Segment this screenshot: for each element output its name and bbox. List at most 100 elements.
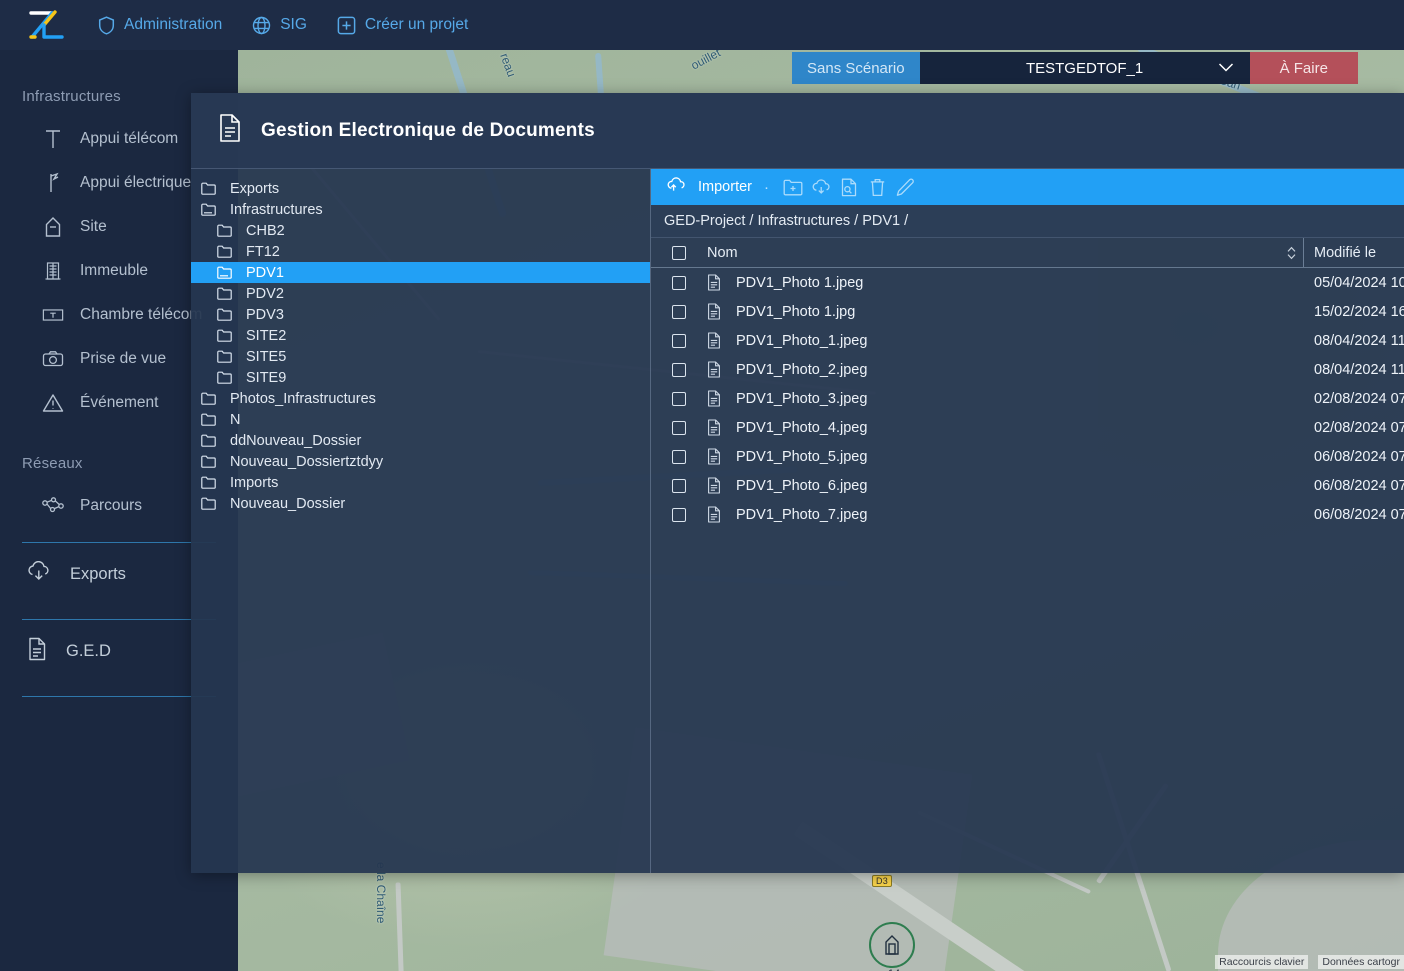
folder-icon <box>217 329 235 342</box>
file-modified: 06/08/2024 07 <box>1304 449 1404 465</box>
scenario-status-badge[interactable]: À Faire <box>1250 52 1358 84</box>
scenario-select[interactable]: TESTGEDTOF_1 <box>920 52 1250 84</box>
table-row[interactable]: PDV1_Photo_4.jpeg 02/08/2024 07 <box>651 413 1404 442</box>
table-row[interactable]: PDV1_Photo_7.jpeg 06/08/2024 07 <box>651 500 1404 529</box>
file-icon <box>707 303 723 320</box>
tree-item-label: SITE5 <box>246 349 286 365</box>
file-name: PDV1_Photo 1.jpeg <box>736 275 863 291</box>
folder-icon <box>201 413 219 426</box>
sidebar-item-label: Appui télécom <box>80 130 178 148</box>
tree-item-label: Infrastructures <box>230 202 323 218</box>
map-attrib-shortcuts[interactable]: Raccourcis clavier <box>1215 955 1308 969</box>
globe-icon <box>252 16 271 35</box>
new-folder-icon[interactable] <box>779 173 807 201</box>
tree-item-ddnouveau-dossier[interactable]: ddNouveau_Dossier <box>191 430 650 451</box>
telecom-pole-icon <box>42 128 64 150</box>
nav-administration[interactable]: Administration <box>98 16 222 35</box>
site-marker-icon[interactable]: 14 <box>869 922 915 968</box>
row-checkbox[interactable] <box>672 305 686 319</box>
tree-item-label: CHB2 <box>246 223 285 239</box>
pencil-icon[interactable] <box>891 173 919 201</box>
tree-item-chb2[interactable]: CHB2 <box>191 220 650 241</box>
row-checkbox[interactable] <box>672 334 686 348</box>
file-name-cell: PDV1_Photo_3.jpeg <box>707 390 1279 407</box>
import-button[interactable]: Importer <box>666 177 752 198</box>
tree-item-imports[interactable]: Imports <box>191 472 650 493</box>
file-name: PDV1_Photo_6.jpeg <box>736 478 867 494</box>
tree-item-site9[interactable]: SITE9 <box>191 367 650 388</box>
tree-item-nouveau-dossier[interactable]: Nouveau_Dossier <box>191 493 650 514</box>
app-logo[interactable] <box>22 8 72 42</box>
file-search-icon[interactable] <box>835 173 863 201</box>
file-modified: 02/08/2024 07 <box>1304 391 1404 407</box>
breadcrumb[interactable]: GED-Project / Infrastructures / PDV1 / <box>651 205 1404 238</box>
folder-open-icon <box>217 266 235 279</box>
tree-item-infrastructures[interactable]: Infrastructures <box>191 199 650 220</box>
folder-icon <box>201 392 219 405</box>
table-row[interactable]: PDV1_Photo_6.jpeg 06/08/2024 07 <box>651 471 1404 500</box>
folder-icon <box>201 455 219 468</box>
folder-icon <box>217 371 235 384</box>
select-all-cell <box>651 246 707 260</box>
table-row[interactable]: PDV1_Photo_3.jpeg 02/08/2024 07 <box>651 384 1404 413</box>
row-checkbox[interactable] <box>672 508 686 522</box>
folder-open-icon <box>201 203 219 216</box>
table-row[interactable]: PDV1_Photo 1.jpg 15/02/2024 16:0 <box>651 297 1404 326</box>
select-all-checkbox[interactable] <box>672 246 686 260</box>
sort-chevron-icon[interactable] <box>1279 245 1303 261</box>
row-select-cell <box>651 363 707 377</box>
table-row[interactable]: PDV1_Photo_5.jpeg 06/08/2024 07 <box>651 442 1404 471</box>
row-checkbox[interactable] <box>672 421 686 435</box>
electric-pole-icon <box>42 172 64 194</box>
file-toolbar: Importer · <box>651 169 1404 205</box>
row-checkbox[interactable] <box>672 479 686 493</box>
tree-item-pdv2[interactable]: PDV2 <box>191 283 650 304</box>
file-modified: 06/08/2024 07 <box>1304 478 1404 494</box>
document-icon <box>217 113 243 148</box>
file-table-header: Nom Modifié le <box>651 238 1404 268</box>
ged-header: Gestion Electronique de Documents <box>191 93 1404 169</box>
row-select-cell <box>651 334 707 348</box>
tree-item-pdv1[interactable]: PDV1 <box>191 262 650 283</box>
tree-item-photos-infrastructures[interactable]: Photos_Infrastructures <box>191 388 650 409</box>
table-row[interactable]: PDV1_Photo_1.jpeg 08/04/2024 11: <box>651 326 1404 355</box>
row-select-cell <box>651 392 707 406</box>
file-list: PDV1_Photo 1.jpeg 05/04/2024 10 <box>651 268 1404 529</box>
column-header-modified[interactable]: Modifié le <box>1304 245 1404 261</box>
sidebar-item-label: Événement <box>80 394 158 412</box>
file-name-cell: PDV1_Photo_6.jpeg <box>707 477 1279 494</box>
site-marker-icon <box>42 216 64 238</box>
tree-item-ft12[interactable]: FT12 <box>191 241 650 262</box>
file-icon <box>707 390 723 407</box>
row-checkbox[interactable] <box>672 392 686 406</box>
trash-icon[interactable] <box>863 173 891 201</box>
tree-item-exports[interactable]: Exports <box>191 178 650 199</box>
tree-item-n[interactable]: N <box>191 409 650 430</box>
top-navigation: Administration SIG <box>98 16 468 35</box>
nav-sig[interactable]: SIG <box>252 16 307 35</box>
file-modified: 08/04/2024 11: <box>1304 362 1404 378</box>
file-name: PDV1_Photo_4.jpeg <box>736 420 867 436</box>
scenario-chip[interactable]: Sans Scénario <box>792 52 920 84</box>
row-checkbox[interactable] <box>672 276 686 290</box>
row-checkbox[interactable] <box>672 450 686 464</box>
cloud-download-icon[interactable] <box>807 173 835 201</box>
tree-item-pdv3[interactable]: PDV3 <box>191 304 650 325</box>
ged-body: Exports Infrastructures <box>191 169 1404 873</box>
tree-item-site5[interactable]: SITE5 <box>191 346 650 367</box>
tree-item-site2[interactable]: SITE2 <box>191 325 650 346</box>
tree-item-nouveau-dossiertztdyy[interactable]: Nouveau_Dossiertztdyy <box>191 451 650 472</box>
ged-title: Gestion Electronique de Documents <box>261 120 595 142</box>
file-list-empty-space <box>651 529 1404 873</box>
column-header-name[interactable]: Nom <box>707 245 1279 261</box>
folder-icon <box>217 245 235 258</box>
folder-tree[interactable]: Exports Infrastructures <box>191 169 651 873</box>
nav-create-project[interactable]: Créer un projet <box>337 16 468 35</box>
file-icon <box>707 477 723 494</box>
nav-create-project-label: Créer un projet <box>365 16 468 34</box>
document-icon <box>26 637 48 666</box>
table-row[interactable]: PDV1_Photo 1.jpeg 05/04/2024 10 <box>651 268 1404 297</box>
row-select-cell <box>651 508 707 522</box>
row-checkbox[interactable] <box>672 363 686 377</box>
table-row[interactable]: PDV1_Photo_2.jpeg 08/04/2024 11: <box>651 355 1404 384</box>
